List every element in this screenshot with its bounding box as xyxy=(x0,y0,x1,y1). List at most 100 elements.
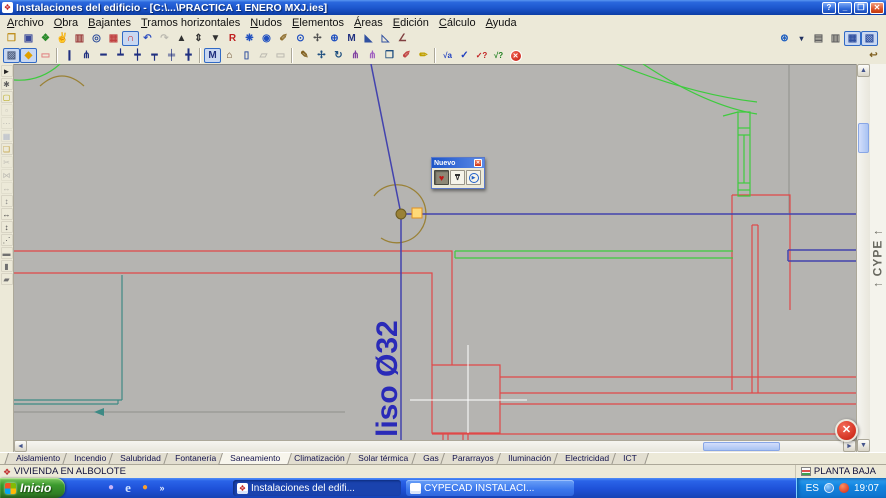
window-panel-icon[interactable]: ▧ xyxy=(861,31,878,46)
edit-scale-icon[interactable]: ✐ xyxy=(275,31,292,46)
annotate-icon[interactable]: ✏ xyxy=(415,48,432,63)
scroll-down-button[interactable]: ▼ xyxy=(857,439,870,452)
h-measure-icon[interactable]: ↔ xyxy=(1,182,13,194)
h-scroll-thumb[interactable] xyxy=(703,442,780,451)
print-icon[interactable]: ▤ xyxy=(810,31,827,46)
join-pipe-icon[interactable]: ╋ xyxy=(180,48,197,63)
visibility-icon[interactable]: ◆ xyxy=(20,48,37,63)
select-arrow-icon[interactable]: ► xyxy=(1,65,13,77)
map-window-icon[interactable]: M xyxy=(343,31,360,46)
v-measure-icon[interactable]: ↕ xyxy=(1,195,13,207)
snap-grid-icon[interactable]: ▫ xyxy=(1,104,13,116)
scroll-left-button[interactable]: ◄ xyxy=(14,440,27,452)
menu-bajantes[interactable]: Bajantes xyxy=(83,16,136,30)
vertical-scrollbar[interactable]: ▲ ▼ xyxy=(856,64,870,452)
context-exit-icon[interactable]: ↩ xyxy=(865,48,882,63)
zoom-prev-icon[interactable]: ⊙ xyxy=(292,31,309,46)
zoom-window-icon[interactable]: ◉ xyxy=(258,31,275,46)
quicklaunch-overflow-chevron[interactable]: » xyxy=(155,481,169,495)
v-scroll-thumb[interactable] xyxy=(858,123,869,153)
pipe-riser-icon[interactable]: ▮ xyxy=(1,260,13,272)
pan-icon[interactable]: ✢ xyxy=(309,31,326,46)
floor-up-icon[interactable]: ▲ xyxy=(173,31,190,46)
palette-close-button[interactable]: ✕ xyxy=(474,159,482,167)
floor-down-icon[interactable]: ▼ xyxy=(207,31,224,46)
redo-icon[interactable]: ↷ xyxy=(156,31,173,46)
info-node-icon[interactable]: ⋔ xyxy=(347,48,364,63)
menu-areas[interactable]: Áreas xyxy=(349,16,388,30)
menu-nudos[interactable]: Nudos xyxy=(245,16,287,30)
restore-button[interactable]: ❐ xyxy=(854,2,868,14)
redraw-icon[interactable]: R xyxy=(224,31,241,46)
find-plan-icon[interactable]: ◎ xyxy=(88,31,105,46)
menu-elementos[interactable]: Elementos xyxy=(287,16,349,30)
rotate-icon[interactable]: ↻ xyxy=(330,48,347,63)
ortho-off-icon[interactable]: ◺ xyxy=(377,31,394,46)
erase-icon[interactable]: ✐ xyxy=(398,48,415,63)
edit-icon[interactable]: ✎ xyxy=(296,48,313,63)
task-instalaciones[interactable]: ❖ Instalaciones del edifi... xyxy=(233,480,401,496)
continue-tool-button[interactable]: ▶ xyxy=(466,170,481,185)
bathroom-fixture-icon[interactable]: ▯ xyxy=(238,48,255,63)
branch-node-icon[interactable]: ⋔ xyxy=(78,48,95,63)
web-services-dropdown[interactable]: ▾ xyxy=(793,31,810,46)
scroll-up-button[interactable]: ▲ xyxy=(857,64,870,77)
window-bars-icon[interactable]: ▦ xyxy=(844,31,861,46)
grid-icon[interactable]: ▦ xyxy=(105,31,122,46)
tab-saneamiento[interactable]: Saneamiento xyxy=(218,453,292,465)
fixture-block-icon[interactable]: ▭ xyxy=(272,48,289,63)
menu-tramos-horizontales[interactable]: Tramos horizontales xyxy=(136,16,245,30)
cancel-operation-button[interactable]: ✕ xyxy=(835,419,858,442)
slope-icon[interactable]: ⋰ xyxy=(1,234,13,246)
copy-icon[interactable]: ❐ xyxy=(381,48,398,63)
screen-capture-icon[interactable]: ▦ xyxy=(1,130,13,142)
open-file-icon[interactable]: ❒ xyxy=(3,31,20,46)
minimize-button[interactable]: _ xyxy=(838,2,852,14)
web-services-icon[interactable]: ⊛ xyxy=(776,31,793,46)
text-info-icon[interactable]: ⋯ xyxy=(1,117,13,129)
quicklaunch-app-icon[interactable]: ● xyxy=(104,481,118,495)
task-cypecad[interactable]: CYPECAD INSTALACI... xyxy=(406,480,574,496)
pipe-section-icon[interactable]: ▬ xyxy=(1,247,13,259)
pipe-node[interactable] xyxy=(396,209,406,219)
mark-zone-icon[interactable]: ▢ xyxy=(1,91,13,103)
note-icon[interactable]: ❑ xyxy=(1,143,13,155)
move-icon[interactable]: ✢ xyxy=(313,48,330,63)
menu-edicion[interactable]: Edición xyxy=(388,16,434,30)
node-top-icon[interactable]: ┷ xyxy=(112,48,129,63)
check-icon[interactable]: ✓ xyxy=(456,48,473,63)
save-icon[interactable]: ▣ xyxy=(20,31,37,46)
h-move-icon[interactable]: ↔ xyxy=(1,208,13,220)
assign-icon[interactable]: √a xyxy=(439,48,456,63)
valve-node-icon[interactable]: ⋈ xyxy=(1,169,13,181)
horizontal-scrollbar[interactable]: ◄ ► xyxy=(14,440,856,452)
print-area-icon[interactable]: ▭ xyxy=(37,48,54,63)
ortho-on-icon[interactable]: ◣ xyxy=(360,31,377,46)
node-handle[interactable] xyxy=(412,208,422,218)
node-mid-icon[interactable]: ┿ xyxy=(129,48,146,63)
full-window-icon[interactable]: ⊕ xyxy=(326,31,343,46)
query-icon[interactable]: ✓? xyxy=(473,48,490,63)
tray-network-icon[interactable] xyxy=(824,483,834,493)
horizontal-pipe-icon[interactable]: ━ xyxy=(95,48,112,63)
house-icon[interactable]: ⌂ xyxy=(221,48,238,63)
language-indicator[interactable]: ES xyxy=(806,483,819,494)
edit-tools-icon[interactable]: ✱ xyxy=(1,78,13,90)
help-button[interactable]: ? xyxy=(822,2,836,14)
split-pipe-icon[interactable]: ╪ xyxy=(163,48,180,63)
capture-icon[interactable]: ✌ xyxy=(54,31,71,46)
vertical-pipe-icon[interactable]: ❙ xyxy=(61,48,78,63)
symbol-mode-icon[interactable]: M xyxy=(204,48,221,63)
nuevo-palette[interactable]: Nuevo ✕ ♥∨▶ xyxy=(431,157,485,189)
close-button[interactable]: ✕ xyxy=(870,2,884,14)
zoom-all-icon[interactable]: ❋ xyxy=(241,31,258,46)
start-button[interactable]: Inicio xyxy=(0,478,65,498)
menu-ayuda[interactable]: Ayuda xyxy=(481,16,522,30)
menu-archivo[interactable]: Archivo xyxy=(2,16,49,30)
valve-tool-button[interactable]: ♥ xyxy=(434,170,449,185)
menu-obra[interactable]: Obra xyxy=(49,16,83,30)
fixture-group-icon[interactable]: ▱ xyxy=(255,48,272,63)
nuevo-palette-titlebar[interactable]: Nuevo ✕ xyxy=(432,158,484,168)
node-bottom-icon[interactable]: ┯ xyxy=(146,48,163,63)
tray-alert-icon[interactable] xyxy=(839,483,849,493)
